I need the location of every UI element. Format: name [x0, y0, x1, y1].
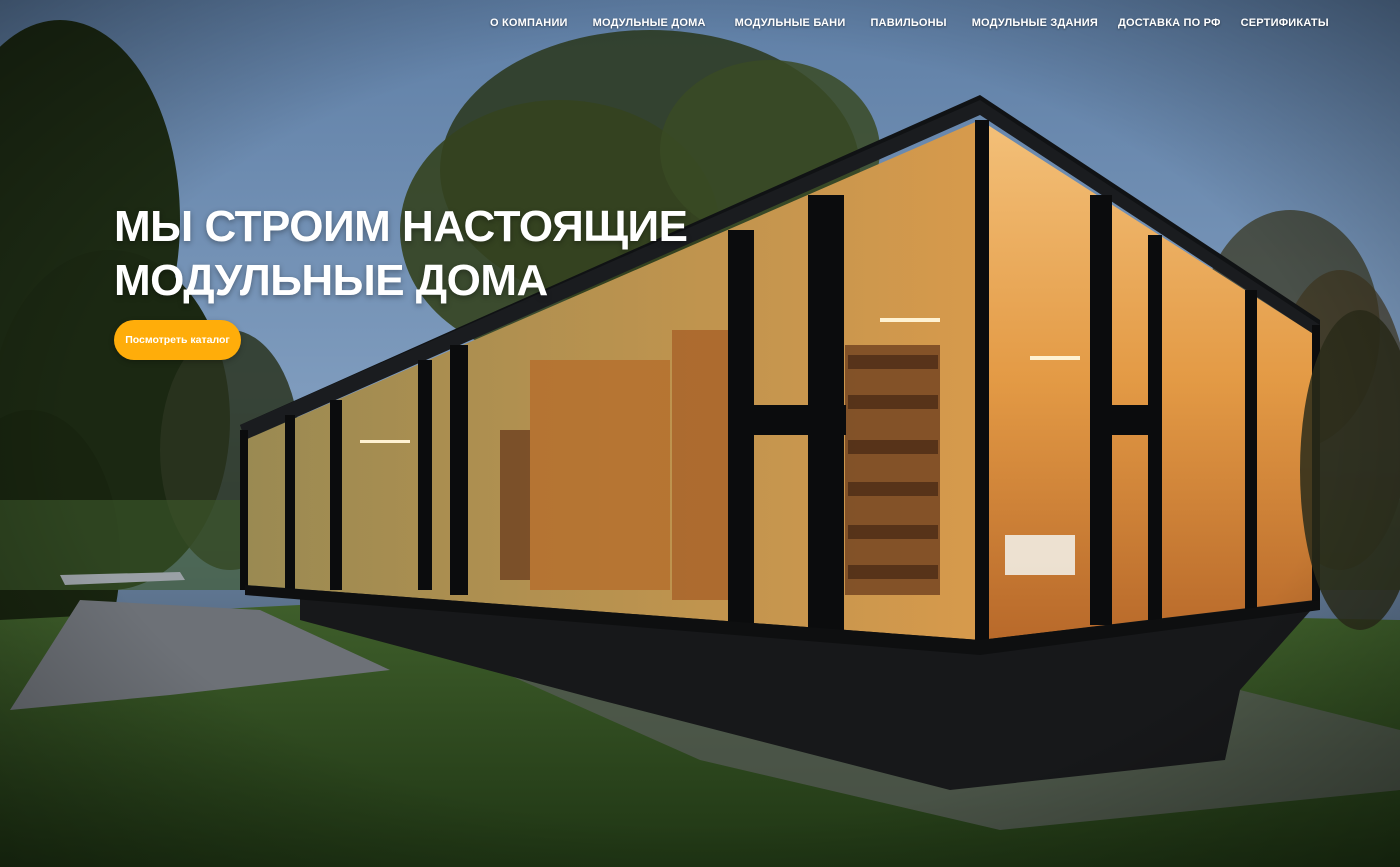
nav-item-delivery[interactable]: Доставка по РФ [1118, 17, 1221, 29]
nav-item-pavilions[interactable]: Павильоны [870, 17, 946, 29]
view-catalog-button[interactable]: Посмотреть каталог [114, 320, 241, 360]
nav-item-about[interactable]: О компании [490, 17, 568, 29]
nav-item-modular-buildings[interactable]: Модульные здания [972, 17, 1098, 29]
nav-item-certificates[interactable]: Сертификаты [1241, 17, 1329, 29]
nav-item-modular-saunas[interactable]: Модульные бани [735, 17, 846, 29]
nav-item-modular-houses[interactable]: Модульные дома [593, 17, 706, 29]
hero-section: О компании Модульные дома Модульные бани… [0, 0, 1400, 867]
hero-headline-line-2: модульные дома [114, 256, 548, 305]
hero-background-image [0, 0, 1400, 867]
hero-headline: Мы строим настоящие модульные дома [114, 200, 754, 308]
hero-headline-line-1: Мы строим настоящие [114, 202, 688, 251]
main-navigation: О компании Модульные дома Модульные бани… [490, 14, 1329, 32]
